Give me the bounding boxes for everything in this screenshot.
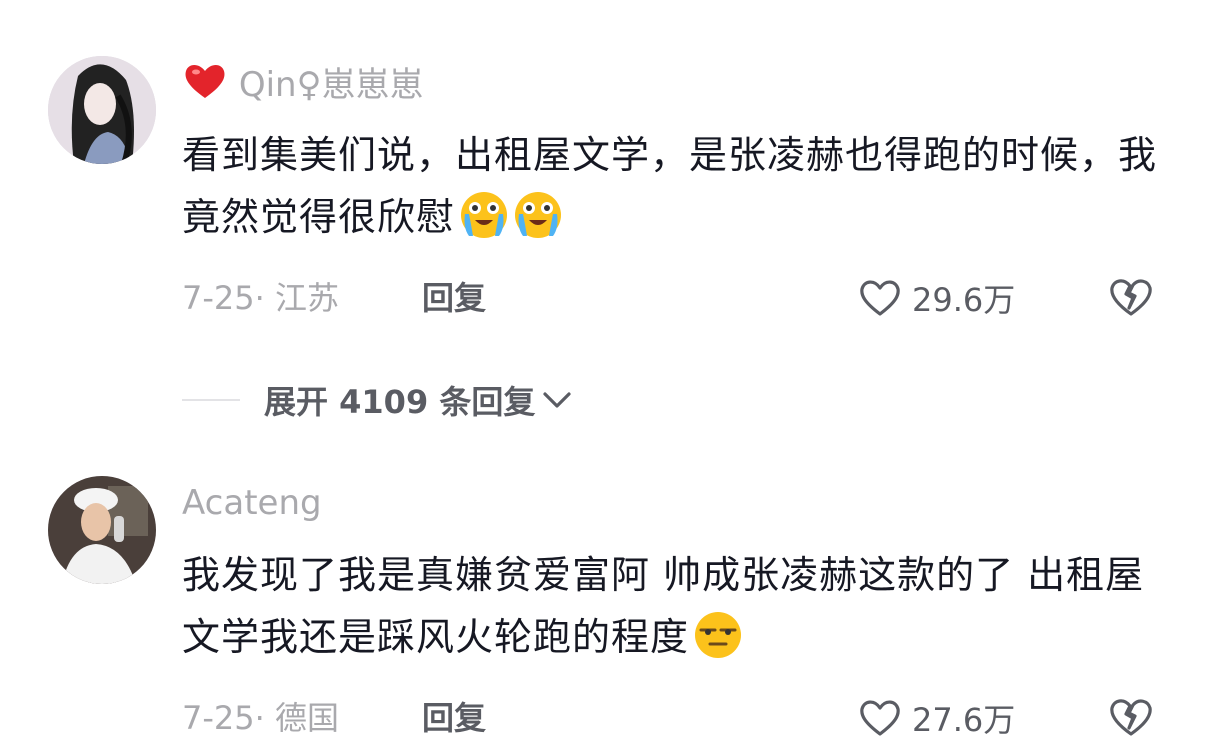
comment-text-content: 我发现了我是真嫌贫爱富阿 帅成张凌赫这款的了 出租屋文学我还是踩风火轮跑的程度 [182,553,1145,659]
expand-replies-button[interactable]: 展开 4109 条回复 [182,377,573,423]
avatar[interactable] [48,56,156,164]
avatar[interactable] [48,476,156,584]
comment-text-content: 看到集美们说，出租屋文学，是张凌赫也得跑的时候，我竟然觉得很欣慰 [182,133,1158,239]
crying-emoji [513,190,563,240]
username-text: Qin♀崽崽崽 [238,65,424,105]
dislike-button[interactable] [1108,696,1154,742]
dislike-button[interactable] [1108,276,1154,322]
divider-line [182,399,240,401]
comment-date-location: 7-25· 德国 [182,699,339,737]
username[interactable]: Acateng [182,482,322,524]
comment-date-location: 7-25· 江苏 [182,279,339,317]
expand-replies-label: 展开 4109 条回复 [264,383,536,421]
username[interactable]: Qin♀崽崽崽 [182,60,423,106]
red-heart-icon [185,64,225,98]
comment-text: 看到集美们说，出租屋文学，是张凌赫也得跑的时候，我竟然觉得很欣慰 [182,124,1172,248]
comment-text: 我发现了我是真嫌贫爱富阿 帅成张凌赫这款的了 出租屋文学我还是踩风火轮跑的程度 [182,544,1172,668]
reply-button[interactable]: 回复 [422,278,486,318]
crying-emoji [459,190,509,240]
heart-outline-icon [860,280,900,316]
eye-roll-emoji [693,610,743,660]
reply-button[interactable]: 回复 [422,698,486,738]
chevron-down-icon [543,392,571,408]
broken-heart-icon [1110,699,1152,736]
like-button[interactable]: 29.6万 [858,276,1015,320]
avatar-image [48,56,156,164]
like-button[interactable]: 27.6万 [858,696,1015,740]
heart-outline-icon [860,700,900,736]
like-count: 29.6万 [912,281,1016,319]
like-count: 27.6万 [912,701,1016,739]
broken-heart-icon [1110,279,1152,316]
avatar-image [48,476,156,584]
